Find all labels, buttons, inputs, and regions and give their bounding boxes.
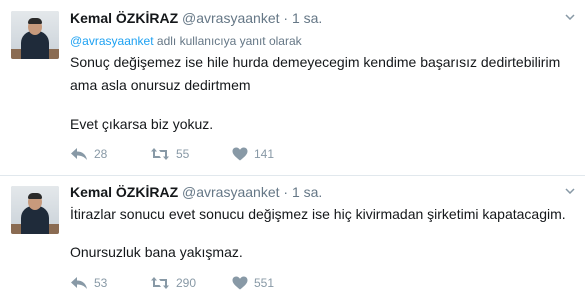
tweet-actions: 53 290 551 [70,273,274,293]
tweet-text-line: Evet çıkarsa biz yokuz. [70,116,214,132]
reply-count: 28 [94,147,108,161]
avatar[interactable] [11,11,59,59]
retweet-count: 55 [176,147,190,161]
tweet-text-line: Sonuç değişemez ise hile hurda demeyeceg… [70,54,561,70]
chevron-down-icon[interactable] [565,14,575,20]
reply-count: 53 [94,276,108,290]
heart-icon [232,147,248,161]
reply-icon [71,277,87,289]
tweet[interactable]: Kemal ÖZKİRAZ @avrasyaanket · 1 sa. İtir… [0,176,585,305]
tweet[interactable]: Kemal ÖZKİRAZ @avrasyaanket · 1 sa. @avr… [0,0,585,176]
heart-icon [232,276,248,290]
reply-context-text: adlı kullanıcıya yanıt olarak [156,34,302,48]
tweet-text-line: İtirazlar sonucu evet sonucu değişmez is… [70,206,566,222]
chevron-down-icon[interactable] [565,188,575,194]
reply-button[interactable]: 53 [70,276,150,290]
timestamp[interactable]: 1 sa. [292,10,322,26]
reply-button[interactable]: 28 [70,147,150,161]
retweet-icon [151,277,169,289]
like-button[interactable]: 141 [232,147,274,161]
reply-icon [71,148,87,160]
display-name[interactable]: Kemal ÖZKİRAZ [70,10,178,26]
timestamp[interactable]: 1 sa. [292,184,322,200]
separator: · [283,184,289,200]
tweet-text-line: ama asla onursuz dedirtmem [70,77,251,93]
like-button[interactable]: 551 [232,276,274,290]
tweet-header: Kemal ÖZKİRAZ @avrasyaanket · 1 sa. [70,183,322,201]
reply-context: @avrasyaanket adlı kullanıcıya yanıt ola… [70,34,302,48]
retweet-button[interactable]: 55 [150,147,232,161]
username[interactable]: @avrasyaanket [182,184,279,200]
display-name[interactable]: Kemal ÖZKİRAZ [70,184,178,200]
like-count: 551 [254,276,275,290]
avatar[interactable] [11,186,59,234]
tweet-actions: 28 55 141 [70,144,274,164]
reply-mention-link[interactable]: @avrasyaanket [70,34,154,48]
retweet-button[interactable]: 290 [150,276,232,290]
tweet-text-line: Onursuzluk bana yakışmaz. [70,244,243,260]
tweet-header: Kemal ÖZKİRAZ @avrasyaanket · 1 sa. [70,9,322,27]
username[interactable]: @avrasyaanket [182,10,279,26]
like-count: 141 [254,147,275,161]
retweet-count: 290 [176,276,197,290]
retweet-icon [151,148,169,160]
separator: · [283,10,289,26]
